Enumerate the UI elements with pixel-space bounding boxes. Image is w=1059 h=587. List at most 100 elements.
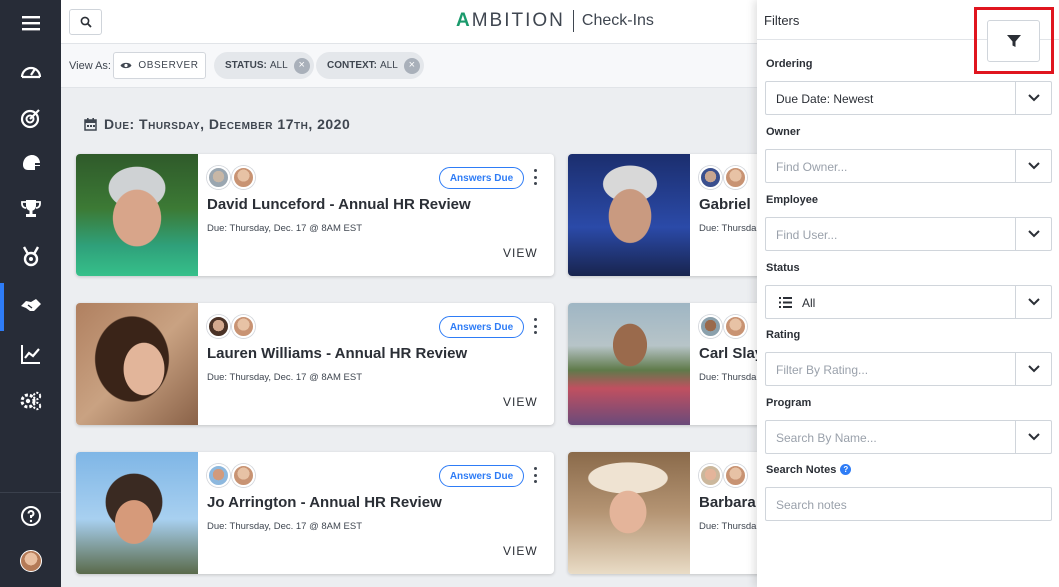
settings-icon[interactable] (0, 381, 61, 421)
help-icon[interactable] (0, 496, 61, 536)
participant-avatar (724, 464, 747, 487)
trophy-icon[interactable] (0, 189, 61, 229)
more-options-icon[interactable] (532, 467, 538, 483)
program-select[interactable]: Search By Name... (765, 420, 1052, 454)
status-label: Status (766, 262, 800, 274)
user-avatar[interactable] (20, 550, 42, 572)
rating-label: Rating (766, 329, 801, 341)
card-title: Barbara (699, 494, 756, 511)
employee-photo (568, 452, 690, 574)
calendar-icon (84, 117, 97, 131)
brand-logo: AMBITION (456, 10, 565, 31)
more-options-icon[interactable] (532, 318, 538, 334)
sidebar (0, 0, 61, 587)
participant-avatars (699, 166, 749, 189)
ordering-label: Ordering (766, 58, 813, 70)
rating-select[interactable]: Filter By Rating... (765, 352, 1052, 386)
search-notes-placeholder: Search notes (776, 498, 847, 512)
search-notes-label-text: Search Notes (766, 464, 837, 476)
status-select[interactable]: All (765, 285, 1052, 319)
card-title: Carl Slay (699, 345, 764, 362)
date-heading-text: Due: Thursday, December 17th, 2020 (104, 116, 351, 132)
card-due-date: Due: Thursda (699, 223, 757, 234)
view-link[interactable]: VIEW (503, 395, 538, 409)
search-button[interactable] (69, 9, 102, 35)
observer-label: OBSERVER (138, 60, 199, 71)
goals-icon[interactable] (0, 98, 61, 138)
card-due-date: Due: Thursday, Dec. 17 @ 8AM EST (207, 223, 363, 234)
search-notes-label: Search Notes? (766, 464, 852, 476)
status-value: All (802, 296, 816, 310)
status-badge: Answers Due (439, 316, 524, 338)
more-options-icon[interactable] (532, 169, 538, 185)
view-link[interactable]: VIEW (503, 246, 538, 260)
chip-value: ALL (269, 60, 288, 71)
owner-label: Owner (766, 126, 801, 138)
participant-avatar (724, 166, 747, 189)
coaching-icon[interactable] (0, 143, 61, 183)
chevron-down-icon (1028, 433, 1040, 441)
participant-avatar (699, 315, 722, 338)
handshake-icon[interactable] (0, 285, 61, 325)
checkin-card[interactable]: Gabriel Due: Thursda (568, 154, 768, 276)
employee-label: Employee (766, 194, 818, 206)
chip-key: STATUS: (225, 60, 267, 71)
status-badge: Answers Due (439, 465, 524, 487)
dashboard-icon[interactable] (0, 52, 61, 92)
checkin-card[interactable]: Carl Slay Due: Thursda (568, 303, 768, 425)
search-notes-input[interactable]: Search notes (765, 487, 1052, 521)
ordering-select[interactable]: Due Date: Newest (765, 81, 1052, 115)
participant-avatar (232, 315, 255, 338)
sidebar-divider (0, 492, 61, 493)
participant-avatar (232, 464, 255, 487)
chevron-down-icon (1028, 365, 1040, 373)
participant-avatar (699, 166, 722, 189)
card-title: Lauren Williams - Annual HR Review (207, 345, 468, 362)
list-icon (779, 297, 792, 308)
program-placeholder: Search By Name... (776, 431, 877, 445)
chevron-down-icon (1028, 162, 1040, 170)
search-icon (80, 16, 92, 28)
employee-select[interactable]: Find User... (765, 217, 1052, 251)
participant-avatar (724, 315, 747, 338)
medal-icon[interactable] (0, 236, 61, 276)
employee-placeholder: Find User... (776, 228, 838, 242)
remove-chip-icon[interactable]: × (403, 57, 420, 74)
checkin-card[interactable]: Barbara Due: Thursda (568, 452, 768, 574)
checkin-card[interactable]: Answers Due David Lunceford - Annual HR … (76, 154, 554, 276)
brand: AMBITION Check-Ins (456, 10, 654, 32)
participant-avatar (232, 166, 255, 189)
card-due-date: Due: Thursday, Dec. 17 @ 8AM EST (207, 372, 363, 383)
ordering-value: Due Date: Newest (776, 92, 874, 106)
card-title: Jo Arrington - Annual HR Review (207, 494, 442, 511)
remove-chip-icon[interactable]: × (293, 57, 310, 74)
status-chip[interactable]: STATUS: ALL × (214, 52, 314, 79)
help-icon[interactable]: ? (840, 464, 852, 475)
status-badge: Answers Due (439, 167, 524, 189)
program-label: Program (766, 397, 812, 409)
menu-icon[interactable] (0, 3, 61, 43)
observer-button[interactable]: OBSERVER (113, 52, 206, 79)
owner-select[interactable]: Find Owner... (765, 149, 1052, 183)
card-title: Gabriel (699, 196, 751, 213)
employee-photo (76, 303, 198, 425)
chart-icon[interactable] (0, 334, 61, 374)
participant-avatar (207, 315, 230, 338)
card-due-date: Due: Thursda (699, 372, 757, 383)
app-name: Check-Ins (581, 12, 654, 29)
chip-value: ALL (380, 60, 398, 71)
participant-avatars (699, 315, 749, 338)
chip-key: CONTEXT: (327, 60, 377, 71)
checkin-card[interactable]: Answers Due Jo Arrington - Annual HR Rev… (76, 452, 554, 574)
participant-avatar (207, 166, 230, 189)
owner-placeholder: Find Owner... (776, 160, 848, 174)
filters-panel-title: Filters (764, 13, 800, 28)
participant-avatars (207, 315, 257, 338)
view-as-label: View As: (69, 60, 111, 72)
view-link[interactable]: VIEW (503, 544, 538, 558)
chevron-down-icon (1028, 230, 1040, 238)
employee-photo (76, 154, 198, 276)
employee-photo (568, 303, 690, 425)
context-chip[interactable]: CONTEXT: ALL × (316, 52, 424, 79)
checkin-card[interactable]: Answers Due Lauren Williams - Annual HR … (76, 303, 554, 425)
